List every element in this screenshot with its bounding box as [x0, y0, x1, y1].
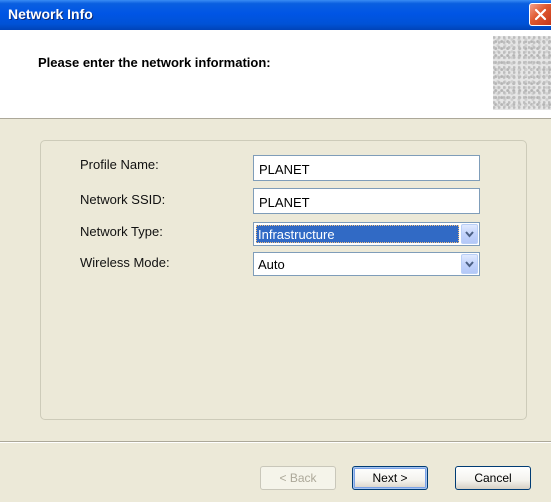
next-button[interactable]: Next > [352, 466, 428, 490]
cancel-button[interactable]: Cancel [455, 466, 531, 490]
close-icon [534, 8, 547, 21]
page-heading: Please enter the network information: [38, 55, 271, 70]
window-title: Network Info [8, 6, 93, 22]
network-type-select[interactable]: Infrastructure [253, 222, 480, 246]
back-button[interactable]: < Back [260, 466, 336, 490]
wireless-mode-label: Wireless Mode: [80, 255, 170, 270]
network-type-label: Network Type: [80, 224, 163, 239]
chevron-down-icon [465, 261, 474, 268]
wireless-mode-select[interactable]: Auto [253, 252, 480, 276]
chevron-down-icon [465, 231, 474, 238]
network-ssid-field[interactable]: PLANET [253, 188, 480, 214]
title-bar[interactable]: Network Info [0, 0, 551, 30]
profile-name-field[interactable]: PLANET [253, 155, 480, 181]
network-ssid-label: Network SSID: [80, 192, 166, 207]
network-type-dropdown-button[interactable] [461, 224, 478, 244]
network-type-value: Infrastructure [256, 225, 459, 243]
profile-name-label: Profile Name: [80, 157, 159, 172]
footer-separator [0, 441, 551, 443]
close-button[interactable] [529, 3, 551, 26]
header-logo [493, 36, 551, 110]
wireless-mode-value: Auto [258, 257, 285, 272]
wireless-mode-dropdown-button[interactable] [461, 254, 478, 274]
header-panel: Please enter the network information: [0, 30, 551, 119]
network-info-group [40, 140, 527, 420]
